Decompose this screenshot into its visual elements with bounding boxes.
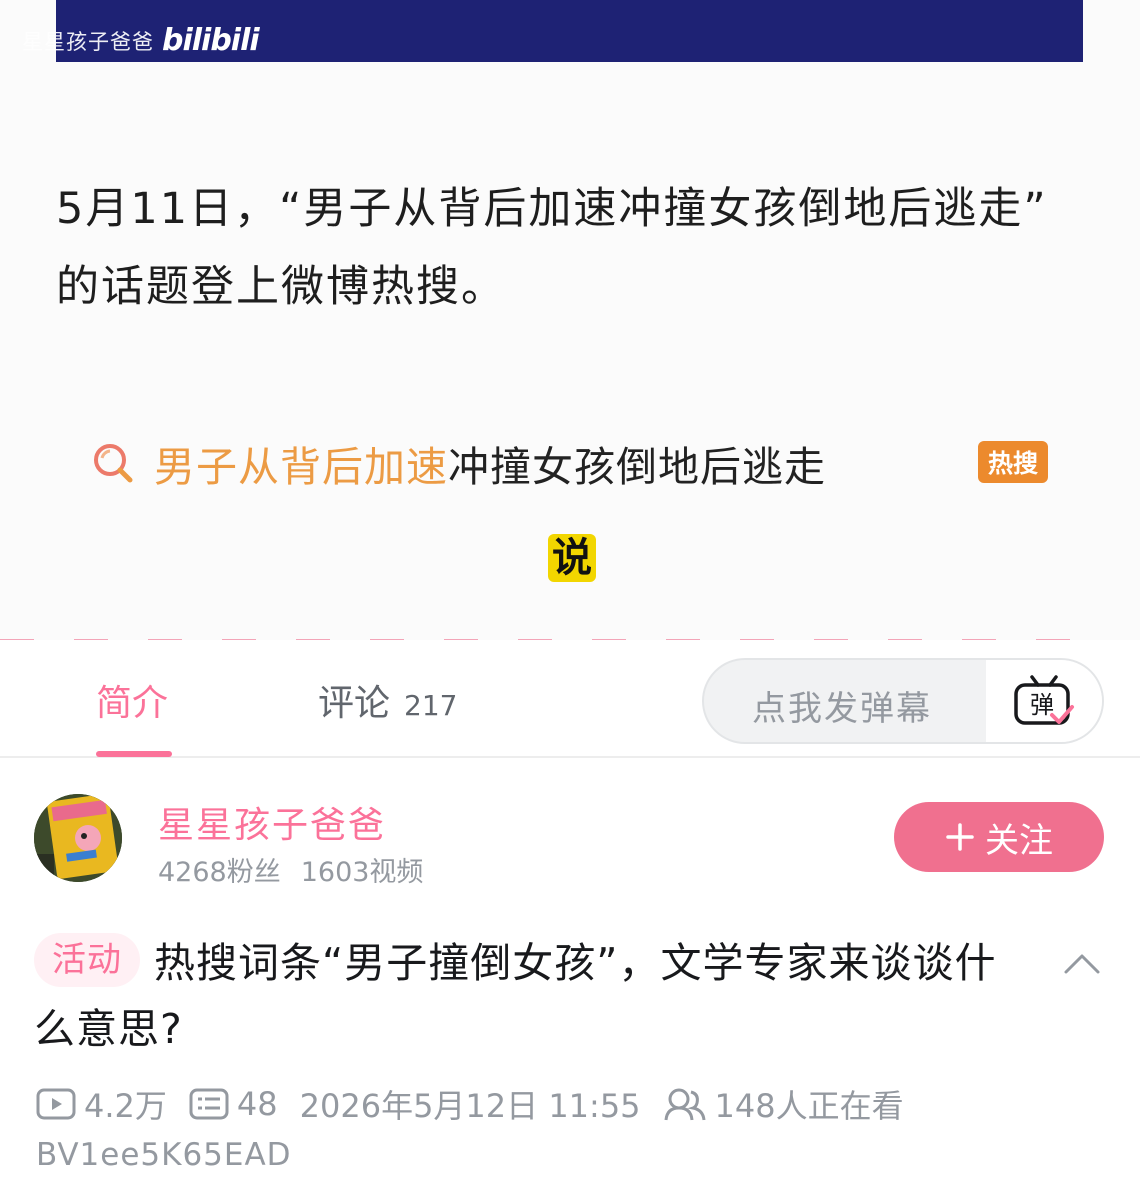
hot-search-item: 男子从背后加速冲撞女孩倒地后逃走 热搜	[90, 432, 1050, 494]
video-title-text: 热搜词条“男子撞倒女孩”，文学专家来谈谈什么意思?	[34, 939, 997, 1053]
danmaku-count-value: 48	[236, 1085, 278, 1123]
follow-button[interactable]: 关注	[894, 802, 1104, 872]
danmaku-count-icon	[189, 1088, 229, 1120]
avatar[interactable]	[34, 794, 122, 882]
video-meta: 4.2万 48 2026年5月12日 11:55 148人正在看	[36, 1082, 926, 1126]
tab-comments[interactable]: 评论 217	[318, 674, 457, 726]
uploader-stats: 4268粉丝 1603视频	[158, 850, 443, 889]
video-subtitle: 说	[548, 534, 596, 582]
hot-badge: 热搜	[978, 441, 1048, 483]
hot-search-rest: 冲撞女孩倒地后逃走	[448, 443, 826, 491]
danmaku-placeholder: 点我发弹幕	[752, 689, 932, 729]
active-tab-indicator	[96, 751, 172, 757]
live-viewers: 148人正在看	[663, 1081, 904, 1127]
follow-label: 关注	[985, 820, 1053, 861]
chevron-up-icon[interactable]	[1062, 948, 1102, 978]
live-viewers-value: 148人正在看	[714, 1087, 904, 1125]
video-title: 活动 热搜词条“男子撞倒女孩”，文学专家来谈谈什么意思?	[34, 930, 1034, 1062]
activity-tag[interactable]: 活动	[34, 933, 140, 987]
hot-search-highlight: 男子从背后加速	[154, 443, 448, 491]
uploader-name[interactable]: 星星孩子爸爸	[158, 796, 386, 848]
view-count: 4.2万	[36, 1081, 167, 1127]
video-article-text: 5月11日，“男子从背后加速冲撞女孩倒地后逃走” 的话题登上微博热搜。	[56, 170, 1096, 326]
bvid: BV1ee5K65EAD	[36, 1137, 292, 1173]
follower-count: 4268粉丝	[158, 857, 281, 888]
comment-count: 217	[404, 689, 458, 722]
publish-time: 2026年5月12日 11:55	[300, 1081, 641, 1127]
video-count: 1603视频	[300, 857, 424, 888]
watermark-author: 星星孩子爸爸	[22, 30, 154, 54]
tab-bar: 简介 评论 217 点我发弹幕 弹	[0, 640, 1140, 758]
danmaku-count: 48	[189, 1085, 278, 1123]
tab-comments-label: 评论	[318, 683, 391, 724]
viewers-icon	[664, 1088, 706, 1121]
article-line-2: 的话题登上微博热搜。	[56, 262, 506, 312]
hot-search-text: 男子从背后加速冲撞女孩倒地后逃走	[154, 433, 826, 493]
plus-icon	[946, 823, 974, 851]
video-player[interactable]: 星星孩子爸爸 bilibili 5月11日，“男子从背后加速冲撞女孩倒地后逃走”…	[0, 0, 1140, 640]
video-cut-edge	[0, 632, 1140, 640]
publish-time-value: 2026年5月12日 11:55	[299, 1087, 641, 1125]
danmaku-input[interactable]: 点我发弹幕 弹	[702, 658, 1104, 744]
play-count-icon	[36, 1088, 76, 1120]
article-line-1: 5月11日，“男子从背后加速冲撞女孩倒地后逃走”	[56, 184, 1048, 234]
view-count-value: 4.2万	[84, 1087, 167, 1125]
bilibili-logo: bilibili	[162, 23, 260, 58]
danmaku-toggle-icon: 弹	[1014, 675, 1074, 725]
search-icon	[94, 444, 133, 483]
danmaku-toggle-button[interactable]: 弹	[986, 660, 1102, 742]
uploader-card: 星星孩子爸爸 4268粉丝 1603视频 关注	[0, 790, 1140, 890]
tab-intro[interactable]: 简介	[96, 674, 168, 726]
video-watermark: 星星孩子爸爸 bilibili	[22, 23, 260, 58]
